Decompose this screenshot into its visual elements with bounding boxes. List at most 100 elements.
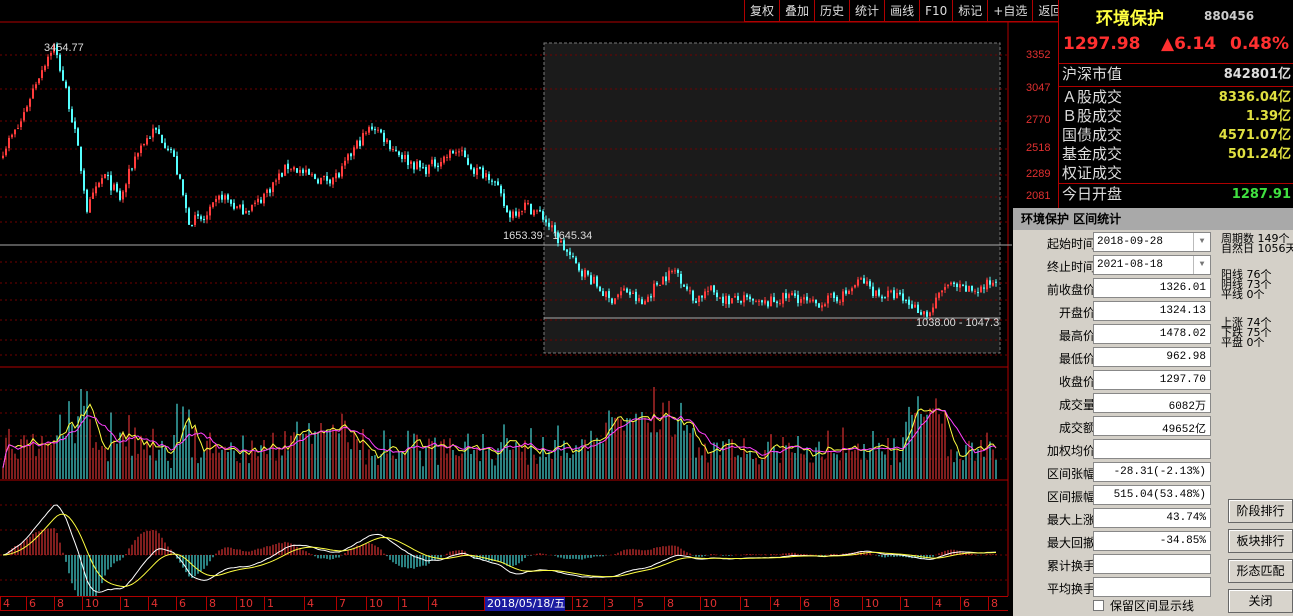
dialog-button[interactable]: 板块排行 <box>1228 529 1293 553</box>
candle-body <box>566 249 568 252</box>
candle-body <box>71 109 73 123</box>
keep-range-lines-checkbox[interactable]: 保留区间显示线 <box>1093 597 1194 614</box>
candle-body <box>836 296 838 302</box>
candle-body <box>833 292 835 299</box>
candle-body <box>38 78 40 84</box>
checkbox-box[interactable] <box>1093 600 1104 611</box>
candle-body <box>992 282 994 286</box>
candle-body <box>779 303 781 305</box>
price-axis-label: 2518 <box>1026 142 1051 154</box>
field-label: 加权均价 <box>1046 444 1095 458</box>
range-statistics-dialog: 环境保护 区间统计 起始时间 2018-09-28 ▼ 终止时间 2021-08-18 ▼… <box>1013 208 1293 616</box>
candle-body <box>986 279 988 290</box>
field-row: 前收盘价 1326.01 <box>1013 278 1213 299</box>
date-axis-label: 4 <box>304 597 314 611</box>
candle-body <box>626 288 628 293</box>
field-row: 开盘价 1324.13 <box>1013 301 1213 322</box>
candle-body <box>599 286 601 292</box>
candle-body <box>194 215 196 226</box>
candle-body <box>41 70 43 78</box>
candle-body <box>116 183 118 192</box>
candle-body <box>632 292 634 294</box>
dialog-button[interactable]: 关闭 <box>1228 589 1293 613</box>
date-axis-label: 10 <box>700 597 717 611</box>
candle-body <box>344 160 346 166</box>
kline-chart[interactable] <box>0 0 1058 596</box>
candle-body <box>308 169 310 175</box>
candle-body <box>692 290 694 301</box>
stat-count: 平线 0个 <box>1221 288 1265 301</box>
field-label: 成交额 <box>1058 421 1095 435</box>
candle-body <box>485 173 487 178</box>
stat-value: 4571.07亿 <box>1218 128 1291 143</box>
candle-body <box>866 281 868 285</box>
date-axis-label: 4 <box>428 597 438 611</box>
field-value: 515.04(53.48%) <box>1093 485 1211 505</box>
date-axis-label: 8 <box>54 597 64 611</box>
candle-body <box>461 150 463 152</box>
candle-body <box>881 296 883 299</box>
dialog-title: 环境保护 区间统计 <box>1013 208 1293 230</box>
field-value: -28.31(-2.13%) <box>1093 462 1211 482</box>
candle-body <box>629 291 631 295</box>
candle-body <box>107 174 109 177</box>
date-axis-label: 2018/05/18/五 <box>484 597 566 611</box>
candle-body <box>893 290 895 299</box>
candle-body <box>854 285 856 288</box>
date-select[interactable]: 2018-09-28 ▼ <box>1093 232 1211 252</box>
candle-body <box>251 204 253 211</box>
index-code: 880456 <box>1204 9 1255 23</box>
chevron-down-icon[interactable]: ▼ <box>1193 256 1210 274</box>
market-stat-row: 基金成交 501.24亿 <box>1062 145 1291 164</box>
candle-body <box>347 154 349 161</box>
field-row: 起始时间 2018-09-28 ▼ <box>1013 232 1213 253</box>
candle-body <box>29 99 31 107</box>
candle-body <box>656 282 658 285</box>
candle-body <box>635 291 637 301</box>
candle-body <box>539 210 541 212</box>
chevron-down-icon[interactable]: ▼ <box>1193 233 1210 251</box>
candle-body <box>317 179 319 184</box>
candle-body <box>845 290 847 294</box>
candle-body <box>419 160 421 168</box>
candle-body <box>119 190 121 200</box>
candle-body <box>707 290 709 292</box>
candle-body <box>758 300 760 302</box>
candle-body <box>431 159 433 164</box>
candle-body <box>662 276 664 285</box>
candle-body <box>494 181 496 183</box>
field-value: 49652亿 <box>1093 416 1211 436</box>
candle-body <box>212 202 214 208</box>
candle-body <box>962 284 964 286</box>
date-axis-label: 8 <box>664 597 674 611</box>
field-row: 加权均价 <box>1013 439 1213 460</box>
field-row: 最大上涨 43.74% <box>1013 508 1213 529</box>
candle-body <box>452 150 454 154</box>
dialog-button[interactable]: 阶段排行 <box>1228 499 1293 523</box>
candle-body <box>17 127 19 129</box>
candle-body <box>197 214 199 216</box>
candle-body <box>596 276 598 287</box>
candle-body <box>191 225 193 227</box>
stat-count: 自然日 1056天 <box>1221 242 1293 255</box>
candle-body <box>653 283 655 298</box>
candle-body <box>590 275 592 285</box>
candle-body <box>110 175 112 191</box>
stat-label: Ａ股成交 <box>1062 88 1123 106</box>
candle-body <box>761 300 763 303</box>
stat-value: 842801亿 <box>1223 67 1291 82</box>
candle-body <box>995 281 997 283</box>
candle-body <box>683 284 685 287</box>
field-text: 2021-08-18 <box>1097 259 1164 271</box>
candle-body <box>281 173 283 177</box>
field-row: 最高价 1478.02 <box>1013 324 1213 345</box>
dialog-button[interactable]: 形态匹配 <box>1228 559 1293 583</box>
field-value: -34.85% <box>1093 531 1211 551</box>
date-select[interactable]: 2021-08-18 ▼ <box>1093 255 1211 275</box>
candle-body <box>65 81 67 88</box>
field-label: 开盘价 <box>1058 306 1095 320</box>
field-text: -34.85% <box>1159 535 1206 547</box>
candle-body <box>929 312 931 317</box>
field-label: 最高价 <box>1058 329 1095 343</box>
field-text: 6082万 <box>1168 401 1206 413</box>
